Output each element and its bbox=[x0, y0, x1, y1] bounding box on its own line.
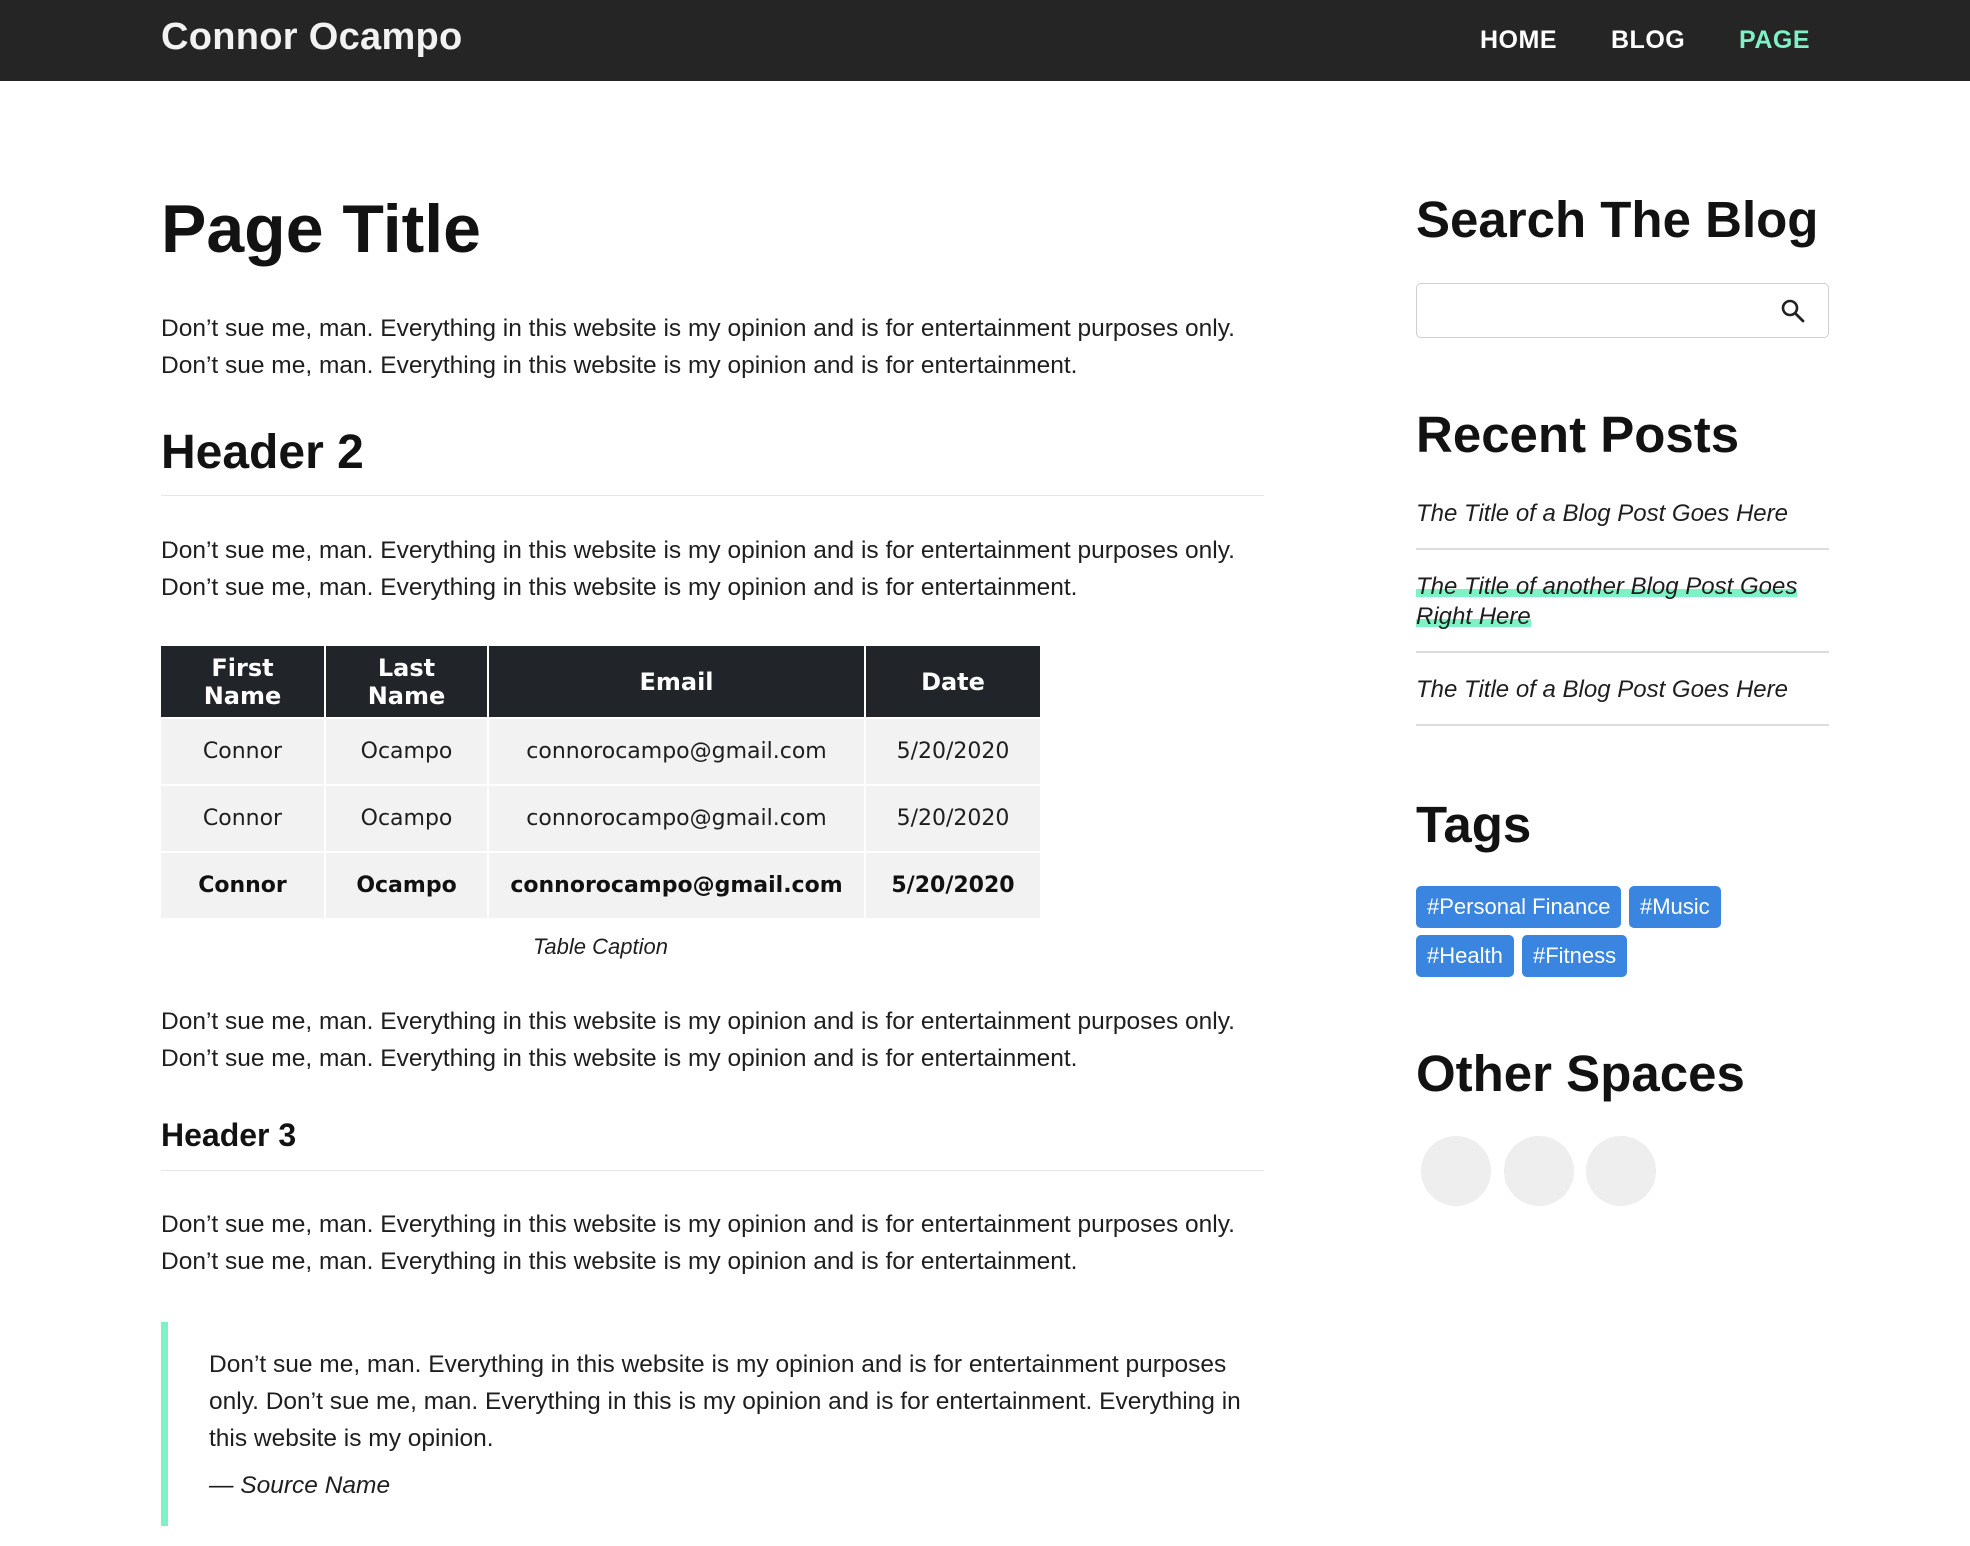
table-row: Connor Ocampo connorocampo@gmail.com 5/2… bbox=[161, 717, 1040, 786]
paragraph-4: Don’t sue me, man. Everything in this we… bbox=[161, 1211, 1235, 1275]
page-title: Page Title bbox=[161, 191, 481, 267]
recent-post-link[interactable]: The Title of another Blog Post Goes Righ… bbox=[1416, 572, 1829, 632]
recent-post-divider bbox=[1416, 548, 1829, 550]
search-input[interactable] bbox=[1416, 283, 1829, 338]
column-header-email: Email bbox=[487, 646, 866, 719]
table-caption: Table Caption bbox=[533, 934, 668, 959]
tag-personal-finance[interactable]: #Personal Finance bbox=[1416, 886, 1622, 928]
table-header-row: First Name Last Name Email Date bbox=[161, 646, 1040, 719]
tag-health[interactable]: #Health bbox=[1416, 935, 1514, 977]
social-link-circle[interactable] bbox=[1586, 1136, 1656, 1206]
recent-post-divider bbox=[1416, 724, 1829, 726]
cell-last-name: Ocampo bbox=[324, 851, 489, 920]
data-table: First Name Last Name Email Date Connor O… bbox=[161, 646, 1040, 920]
table-row: Connor Ocampo connorocampo@gmail.com 5/2… bbox=[161, 851, 1040, 920]
table-row: Connor Ocampo connorocampo@gmail.com 5/2… bbox=[161, 784, 1040, 853]
recent-post-title: The Title of a Blog Post Goes Here bbox=[1416, 500, 1788, 527]
recent-post-divider bbox=[1416, 651, 1829, 653]
header-2: Header 2 bbox=[161, 426, 364, 479]
search-icon[interactable] bbox=[1780, 298, 1806, 324]
other-spaces-heading: Other Spaces bbox=[1416, 1045, 1745, 1102]
site-brand[interactable]: Connor Ocampo bbox=[161, 16, 463, 59]
cell-date: 5/20/2020 bbox=[864, 851, 1040, 920]
tags-heading: Tags bbox=[1416, 796, 1532, 853]
cell-last-name: Ocampo bbox=[324, 717, 489, 786]
tag-music[interactable]: #Music bbox=[1629, 886, 1721, 928]
nav-page[interactable]: PAGE bbox=[1739, 26, 1810, 55]
search-field[interactable] bbox=[1429, 292, 1769, 329]
paragraph-2: Don’t sue me, man. Everything in this we… bbox=[161, 537, 1235, 601]
quote-text: Don’t sue me, man. Everything in this we… bbox=[209, 1351, 1241, 1452]
cell-last-name: Ocampo bbox=[324, 784, 489, 853]
cell-date: 5/20/2020 bbox=[864, 784, 1040, 853]
cell-email: connorocampo@gmail.com bbox=[487, 784, 866, 853]
social-link-circle[interactable] bbox=[1504, 1136, 1574, 1206]
social-link-circle[interactable] bbox=[1421, 1136, 1491, 1206]
cell-first-name: Connor bbox=[161, 717, 326, 786]
nav-blog[interactable]: BLOG bbox=[1611, 26, 1685, 55]
top-navbar: Connor Ocampo HOME BLOG PAGE bbox=[0, 0, 1970, 81]
intro-paragraph: Don’t sue me, man. Everything in this we… bbox=[161, 315, 1235, 379]
recent-post-title: The Title of another Blog Post Goes Righ… bbox=[1416, 573, 1798, 630]
recent-posts-heading: Recent Posts bbox=[1416, 406, 1740, 463]
cell-email: connorocampo@gmail.com bbox=[487, 717, 866, 786]
tag-fitness[interactable]: #Fitness bbox=[1522, 935, 1628, 977]
header-3-divider bbox=[161, 1170, 1264, 1171]
cell-first-name: Connor bbox=[161, 851, 326, 920]
blockquote: Don’t sue me, man. Everything in this we… bbox=[161, 1322, 1264, 1526]
paragraph-3: Don’t sue me, man. Everything in this we… bbox=[161, 1008, 1235, 1072]
column-header-date: Date bbox=[864, 646, 1040, 719]
header-2-divider bbox=[161, 495, 1264, 496]
header-3: Header 3 bbox=[161, 1117, 297, 1153]
search-heading: Search The Blog bbox=[1416, 191, 1819, 248]
cell-first-name: Connor bbox=[161, 784, 326, 853]
quote-source: — Source Name bbox=[209, 1472, 391, 1499]
recent-post-link[interactable]: The Title of a Blog Post Goes Here bbox=[1416, 499, 1829, 529]
recent-post-title: The Title of a Blog Post Goes Here bbox=[1416, 676, 1788, 703]
nav-home[interactable]: HOME bbox=[1480, 26, 1557, 55]
column-header-last-name: Last Name bbox=[324, 646, 489, 719]
column-header-first-name: First Name bbox=[161, 646, 326, 719]
recent-post-link[interactable]: The Title of a Blog Post Goes Here bbox=[1416, 675, 1829, 705]
cell-email: connorocampo@gmail.com bbox=[487, 851, 866, 920]
cell-date: 5/20/2020 bbox=[864, 717, 1040, 786]
